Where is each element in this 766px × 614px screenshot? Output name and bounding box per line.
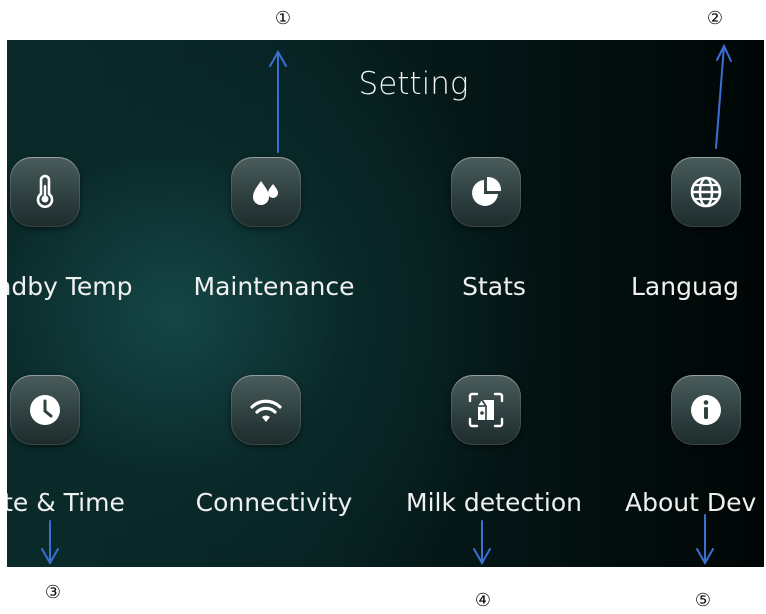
annotation-arrows (41, 43, 732, 566)
page: ① ② ③ ④ ⑤ Setting ndby Temp Maintenance (0, 0, 766, 614)
arrow-2 (715, 45, 725, 149)
